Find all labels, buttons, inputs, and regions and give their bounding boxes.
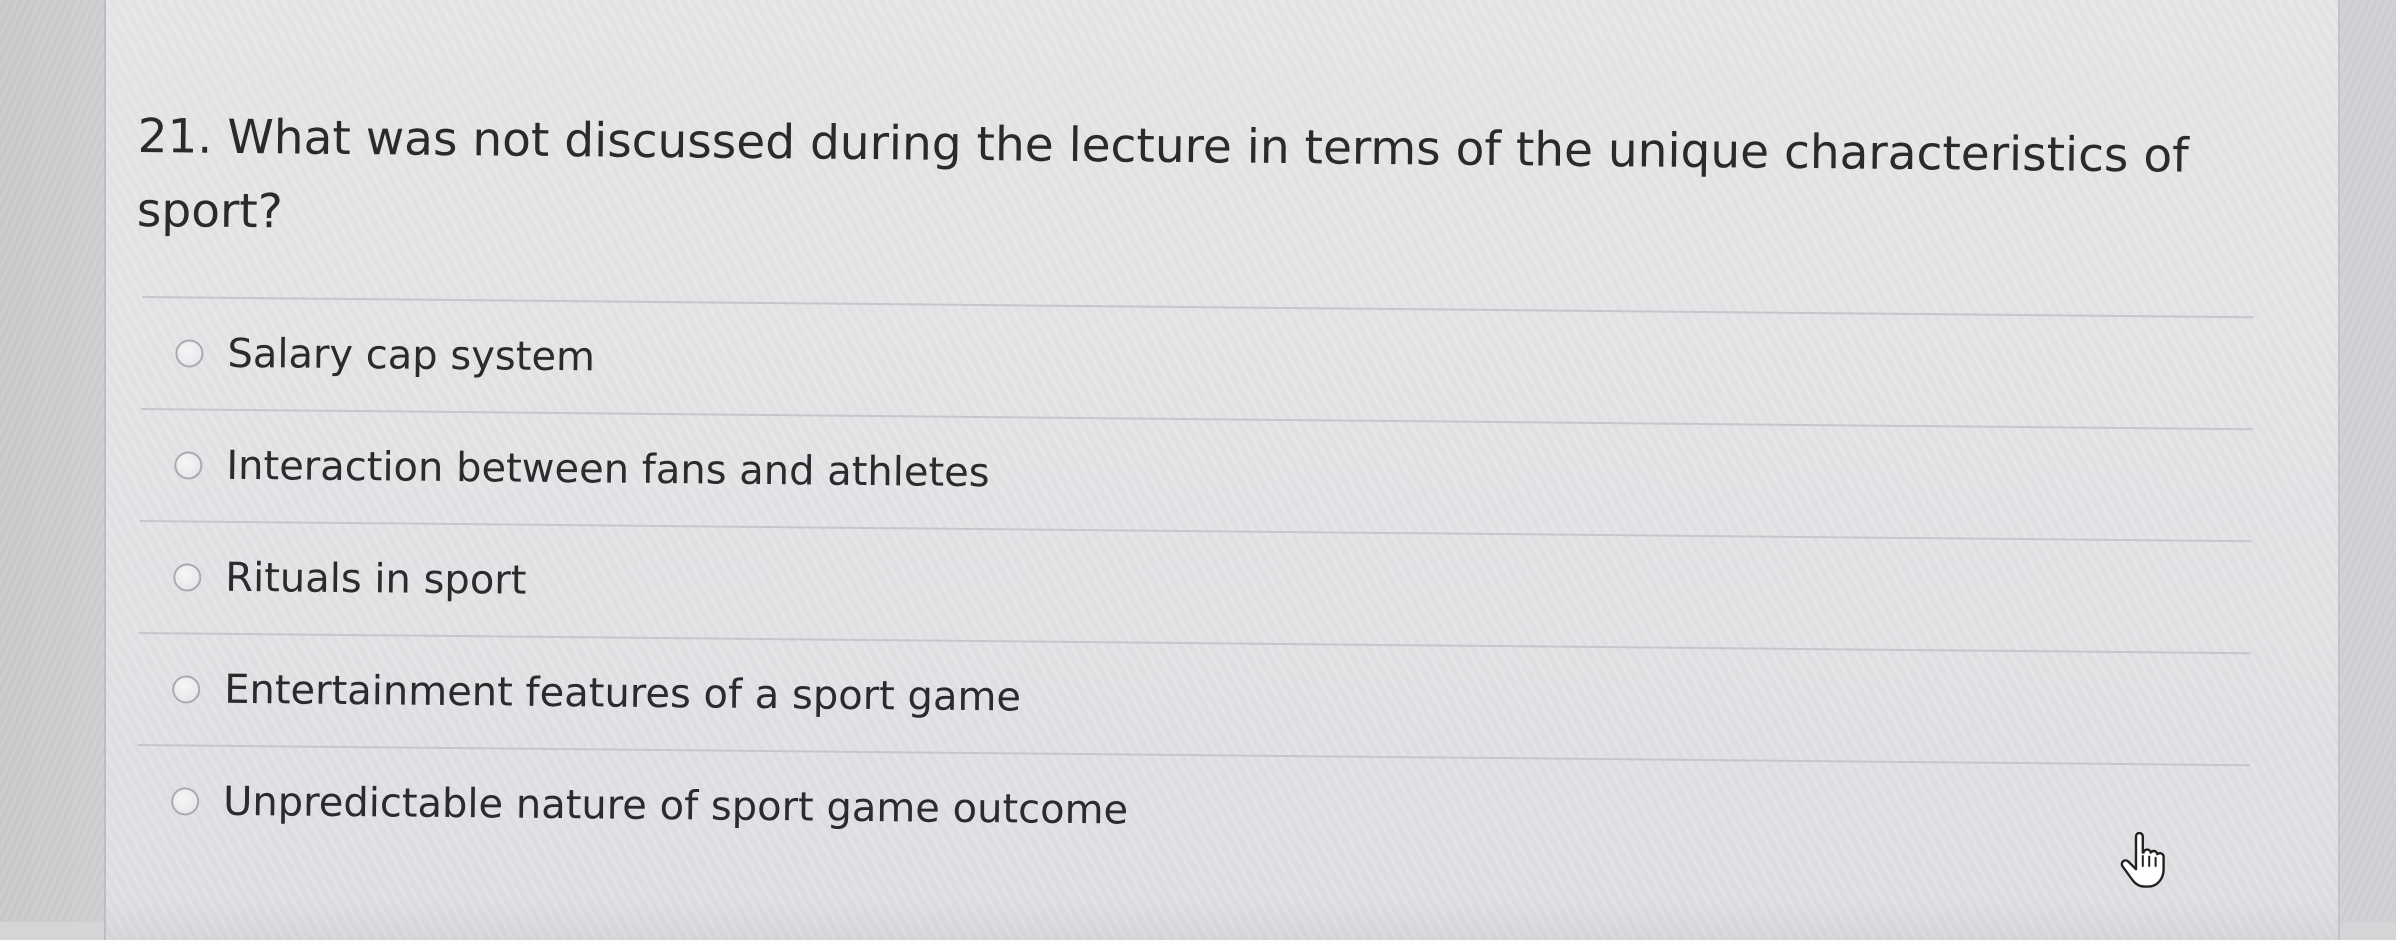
answer-option-3[interactable]: Rituals in sport (138, 519, 2252, 653)
answer-label: Rituals in sport (225, 554, 527, 604)
answer-option-2[interactable]: Interaction between fans and athletes (139, 407, 2253, 541)
radio-button[interactable] (173, 563, 202, 592)
answer-label: Unpredictable nature of sport game outco… (222, 778, 1129, 834)
answer-options: Salary cap system Interaction between fa… (136, 296, 2254, 877)
answer-option-4[interactable]: Entertainment features of a sport game (137, 631, 2251, 765)
answer-label: Entertainment features of a sport game (224, 666, 1022, 721)
radio-button[interactable] (172, 675, 201, 704)
radio-button[interactable] (175, 339, 204, 368)
answer-label: Interaction between fans and athletes (226, 442, 990, 497)
answer-label: Salary cap system (227, 330, 596, 381)
hand-pointer-icon (2120, 832, 2165, 888)
radio-button[interactable] (174, 451, 203, 480)
answer-option-1[interactable]: Salary cap system (140, 296, 2254, 429)
question-card: 21. What was not discussed during the le… (104, 0, 2340, 940)
answer-option-5[interactable]: Unpredictable nature of sport game outco… (136, 743, 2250, 877)
radio-button[interactable] (171, 787, 200, 816)
bottom-shadow (106, 900, 2338, 940)
question-text: 21. What was not discussed during the le… (136, 108, 2189, 240)
